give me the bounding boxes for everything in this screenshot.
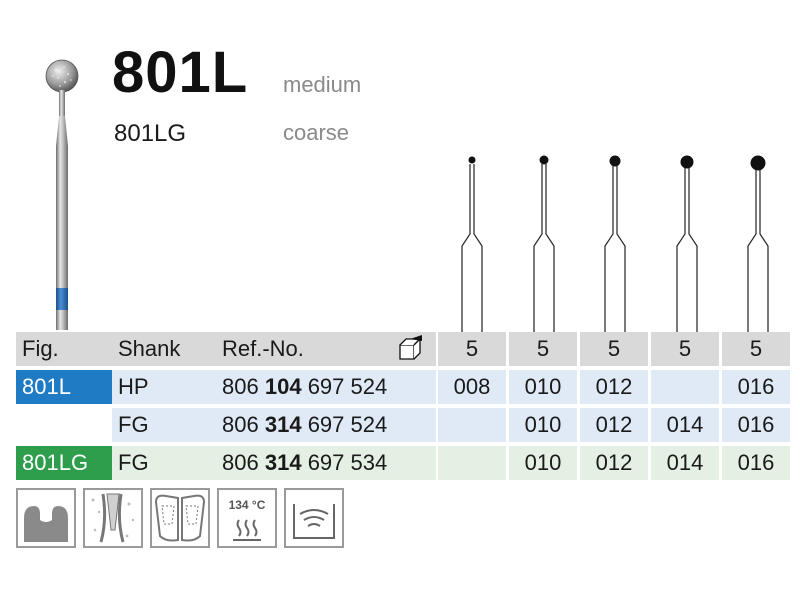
row1-ref: 806 104 697 524 <box>216 370 436 404</box>
row2-size-1 <box>438 408 506 442</box>
root-canal-icon <box>83 488 143 548</box>
row2-size-5: 016 <box>722 408 790 442</box>
filling-removal-icon <box>150 488 210 548</box>
row2-size-4: 014 <box>651 408 719 442</box>
row3-size-5: 016 <box>722 446 790 480</box>
bur-size-010-icon <box>526 152 562 332</box>
row1-size-5: 016 <box>722 370 790 404</box>
bur-size-012-icon <box>597 152 633 332</box>
pack-count-2: 5 <box>509 332 577 366</box>
row1-size-2: 010 <box>509 370 577 404</box>
row2-size-3: 012 <box>580 408 648 442</box>
package-icon <box>396 335 426 368</box>
fig-801l-badge: 801L <box>16 370 112 404</box>
row1-size-4 <box>651 370 719 404</box>
col-header-fig: Fig. <box>16 332 112 366</box>
pack-count-1: 5 <box>438 332 506 366</box>
pack-count-5: 5 <box>722 332 790 366</box>
bur-size-008-icon <box>454 152 490 332</box>
row3-shank: FG <box>112 446 216 480</box>
row1-size-1: 008 <box>438 370 506 404</box>
grit-coarse-label: coarse <box>283 120 350 145</box>
row2-size-2: 010 <box>509 408 577 442</box>
product-title: 801L <box>112 40 249 105</box>
pack-count-3: 5 <box>580 332 648 366</box>
col-header-shank: Shank <box>112 332 216 366</box>
crown-prep-icon <box>16 488 76 548</box>
fig-801lg-badge: 801LG <box>16 446 112 480</box>
product-subtitle: 801LG <box>114 120 187 147</box>
sterilizable-icon: 134 °C <box>217 488 277 548</box>
ultrasonic-icon <box>284 488 344 548</box>
row1-shank: HP <box>112 370 216 404</box>
row3-size-3: 012 <box>580 446 648 480</box>
row3-size-4: 014 <box>651 446 719 480</box>
row3-ref: 806 314 697 534 <box>216 446 436 480</box>
row1-size-3: 012 <box>580 370 648 404</box>
bur-size-014-icon <box>669 152 705 332</box>
row2-shank: FG <box>112 408 216 442</box>
bur-main-illustration <box>38 56 98 332</box>
pack-count-4: 5 <box>651 332 719 366</box>
row3-size-2: 010 <box>509 446 577 480</box>
row2-ref: 806 314 697 524 <box>216 408 436 442</box>
grit-medium-label: medium <box>283 72 362 97</box>
row3-size-1 <box>438 446 506 480</box>
bur-size-016-icon <box>740 152 776 332</box>
